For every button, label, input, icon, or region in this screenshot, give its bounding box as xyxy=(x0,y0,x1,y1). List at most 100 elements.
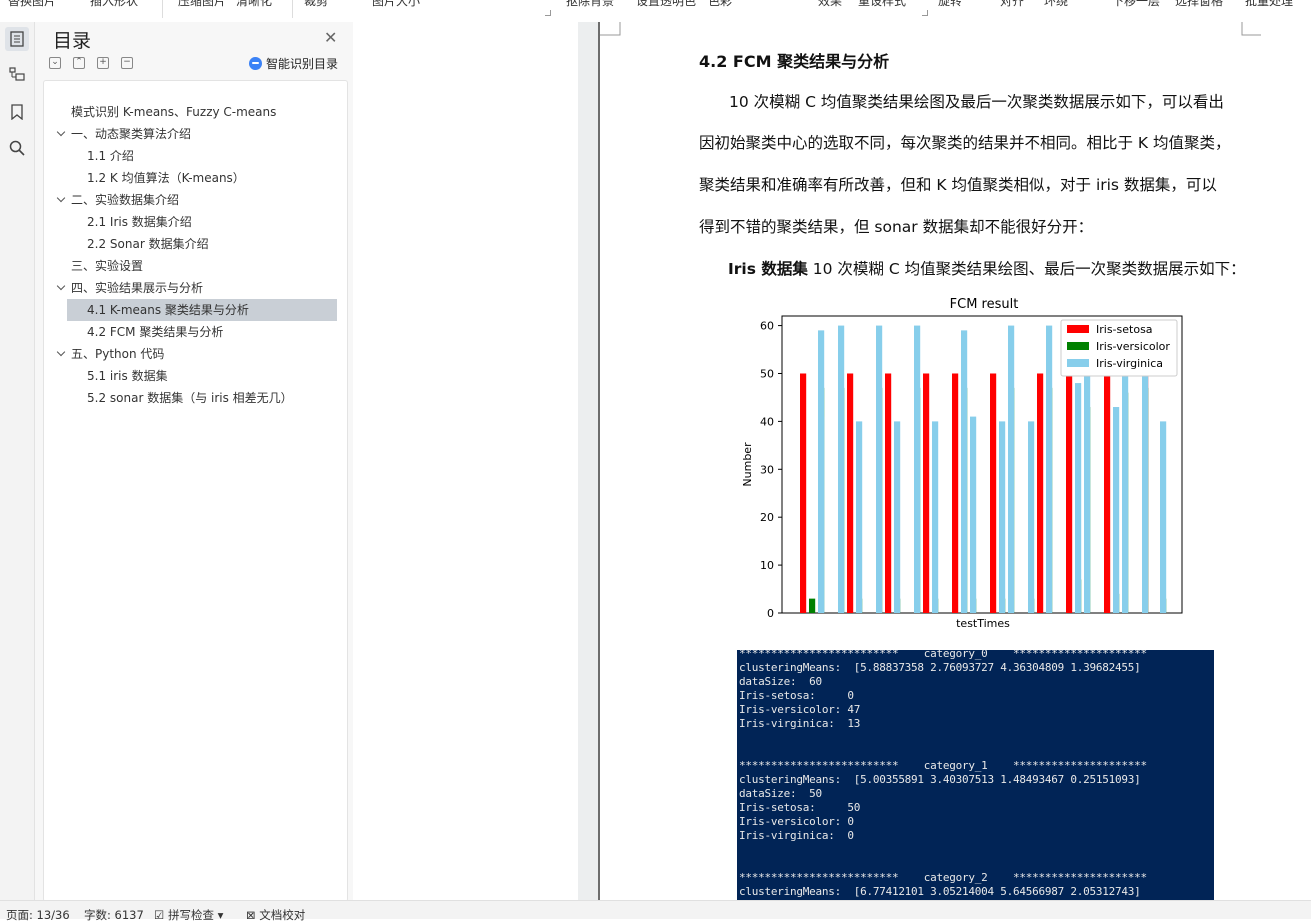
toc-item[interactable]: 五、Python 代码 xyxy=(44,343,344,365)
document-gutter xyxy=(354,22,597,900)
collapse-all-icon[interactable]: ⌄ xyxy=(49,57,61,69)
spell-check-toggle[interactable]: ☑ 拼写检查 ▾ xyxy=(154,907,223,923)
bar-iris-virginica xyxy=(856,421,863,613)
ai-assistant-icon xyxy=(249,57,262,70)
compress-image-button[interactable]: 压缩图片 xyxy=(178,0,226,9)
replace-image-button[interactable]: 替换图片 xyxy=(8,0,56,9)
fcm-result-chart[interactable]: FCM result 0 10 20 30 40 50 60 Number testTimes Ir… xyxy=(738,294,1198,634)
navigation-rail-button[interactable] xyxy=(5,62,29,86)
toc-item[interactable]: 模式识别 K-means、Fuzzy C-means xyxy=(44,101,344,123)
remove-background-button[interactable]: 抠除背景 xyxy=(566,0,614,9)
console-output-image[interactable]: ************************* category_0 ***… xyxy=(737,650,1214,900)
toc-item[interactable]: 2.1 Iris 数据集介绍 xyxy=(44,211,344,233)
bar-iris-setosa xyxy=(885,373,892,613)
toc-item[interactable]: 1.1 介绍 xyxy=(44,145,344,167)
toc-item-label: 2.2 Sonar 数据集介绍 xyxy=(87,237,209,251)
bar-iris-virginica xyxy=(914,325,921,613)
toc-rail-button[interactable] xyxy=(5,27,29,51)
document-outline-icon xyxy=(10,31,24,47)
chart-title: FCM result xyxy=(950,297,1019,312)
toc-item[interactable]: 一、动态聚类算法介绍 xyxy=(44,123,344,145)
chevron-down-icon[interactable] xyxy=(56,281,66,291)
iris-caption: Iris 数据集 10 次模糊 C 均值聚类结果绘图、最后一次聚类数据展示如下： xyxy=(728,257,1246,279)
bar-iris-virginica xyxy=(999,421,1006,613)
color-button[interactable]: 色彩 xyxy=(708,0,732,9)
batch-process-button[interactable]: 批量处理 xyxy=(1245,0,1293,9)
toc-item[interactable]: 三、实验设置 xyxy=(44,255,344,277)
toc-panel: 目录 ✕ ⌄ ⌃ + − 智能识别目录 模式识别 K-means、Fuzzy C… xyxy=(35,22,353,902)
toc-item-label: 1.2 K 均值算法（K-means） xyxy=(87,171,245,185)
page-indicator[interactable]: 页面: 13/36 xyxy=(6,907,70,923)
y-tick-label: 0 xyxy=(767,607,774,620)
set-transparent-button[interactable]: 设置透明色 xyxy=(636,0,696,9)
bar-iris-virginica xyxy=(876,325,883,613)
toc-item-selected[interactable]: 4.1 K-means 聚类结果与分析 xyxy=(67,299,337,321)
word-count[interactable]: 字数: 6137 xyxy=(84,907,144,923)
sharpen-button[interactable]: 清晰化 xyxy=(236,0,272,9)
reset-style-button[interactable]: 重设样式 xyxy=(858,0,906,9)
bar-iris-virginica xyxy=(1075,383,1082,613)
chevron-down-icon[interactable] xyxy=(56,193,66,203)
rotate-button[interactable]: 旋转 xyxy=(938,0,962,9)
effects-button[interactable]: 效果 xyxy=(818,0,842,9)
spell-check-label: 拼写检查 xyxy=(167,908,214,922)
bar-iris-setosa xyxy=(923,373,930,613)
toc-item[interactable]: 2.2 Sonar 数据集介绍 xyxy=(44,233,344,255)
toc-item[interactable]: 5.1 iris 数据集 xyxy=(44,365,344,387)
console-line: clusteringMeans: [5.00355891 3.40307513 … xyxy=(739,773,1141,786)
align-button[interactable]: 对齐 xyxy=(1000,0,1024,9)
page-corner-mark xyxy=(1241,22,1261,36)
bookmark-icon xyxy=(11,104,23,120)
ribbon-toolbar: 替换图片 插入形状 压缩图片 清晰化 裁剪 图片大小 抠除背景 设置透明色 色彩… xyxy=(0,0,1311,22)
body-paragraph-line: 得到不错的聚类结果，但 sonar 数据集却不能很好分开： xyxy=(699,218,1094,236)
chevron-down-icon[interactable] xyxy=(56,347,66,357)
toc-item-label: 4.2 FCM 聚类结果与分析 xyxy=(87,325,224,339)
wrap-button[interactable]: 环绕 xyxy=(1044,0,1068,9)
legend-label: Iris-setosa xyxy=(1096,323,1153,336)
y-tick-label: 20 xyxy=(760,511,774,524)
dialog-launcher-icon[interactable] xyxy=(545,10,551,16)
bar-iris-setosa xyxy=(1066,373,1073,613)
bookmark-rail-button[interactable] xyxy=(5,100,29,124)
expand-up-icon[interactable]: ⌃ xyxy=(73,57,85,69)
dialog-launcher-icon[interactable] xyxy=(922,10,928,16)
console-line: Iris-setosa: 0 xyxy=(739,689,854,702)
smart-toc-button[interactable]: 智能识别目录 xyxy=(249,55,338,72)
toc-item-label: 三、实验设置 xyxy=(71,259,144,273)
bar-iris-virginica xyxy=(1046,325,1053,613)
proofread-button[interactable]: ⊠ 文档校对 xyxy=(246,907,305,923)
close-icon[interactable]: ✕ xyxy=(324,28,337,47)
toc-item-label: 4.1 K-means 聚类结果与分析 xyxy=(87,303,249,317)
toc-item[interactable]: 1.2 K 均值算法（K-means） xyxy=(44,167,344,189)
chevron-down-icon[interactable] xyxy=(56,127,66,137)
selection-pane-button[interactable]: 选择窗格 xyxy=(1175,0,1223,9)
body-paragraph-line: 因初始聚类中心的选取不同，每次聚类的结果并不相同。相比于 K 均值聚类， xyxy=(699,134,1231,152)
document-page[interactable]: 4.2 FCM 聚类结果与分析 10 次模糊 C 均值聚类结果绘图及最后一次聚类… xyxy=(600,22,1311,900)
toolbar-divider xyxy=(292,0,293,18)
toolbar-divider xyxy=(162,0,163,18)
bar-iris-virginica xyxy=(838,325,845,613)
legend-label: Iris-versicolor xyxy=(1096,340,1170,353)
console-line: clusteringMeans: [6.77412101 3.05214004 … xyxy=(739,885,1141,898)
toc-item-label: 5.1 iris 数据集 xyxy=(87,369,168,383)
toc-item-label: 二、实验数据集介绍 xyxy=(71,193,180,207)
add-heading-icon[interactable]: + xyxy=(97,57,109,69)
crop-button[interactable]: 裁剪 xyxy=(304,0,328,9)
send-backward-button[interactable]: 下移一层 xyxy=(1112,0,1160,9)
search-rail-button[interactable] xyxy=(5,136,29,160)
bar-iris-virginica xyxy=(1113,407,1120,613)
bar-iris-setosa xyxy=(990,373,997,613)
toc-item[interactable]: 4.2 FCM 聚类结果与分析 xyxy=(44,321,344,343)
body-paragraph-line: 聚类结果和准确率有所改善，但和 K 均值聚类相似，对于 iris 数据集，可以 xyxy=(699,176,1217,194)
image-size-field[interactable]: 图片大小 xyxy=(372,0,420,9)
insert-shape-button[interactable]: 插入形状 xyxy=(90,0,138,9)
toc-item[interactable]: 5.2 sonar 数据集（与 iris 相差无几） xyxy=(44,387,344,409)
console-line: Iris-versicolor: 0 xyxy=(739,815,854,828)
bar-iris-virginica xyxy=(818,330,825,613)
y-tick-label: 30 xyxy=(760,463,774,476)
toc-item[interactable]: 四、实验结果展示与分析 xyxy=(44,277,344,299)
bar-iris-versicolor xyxy=(809,598,816,613)
remove-heading-icon[interactable]: − xyxy=(121,57,133,69)
console-line: ************************* category_0 ***… xyxy=(739,650,1147,660)
toc-item[interactable]: 二、实验数据集介绍 xyxy=(44,189,344,211)
